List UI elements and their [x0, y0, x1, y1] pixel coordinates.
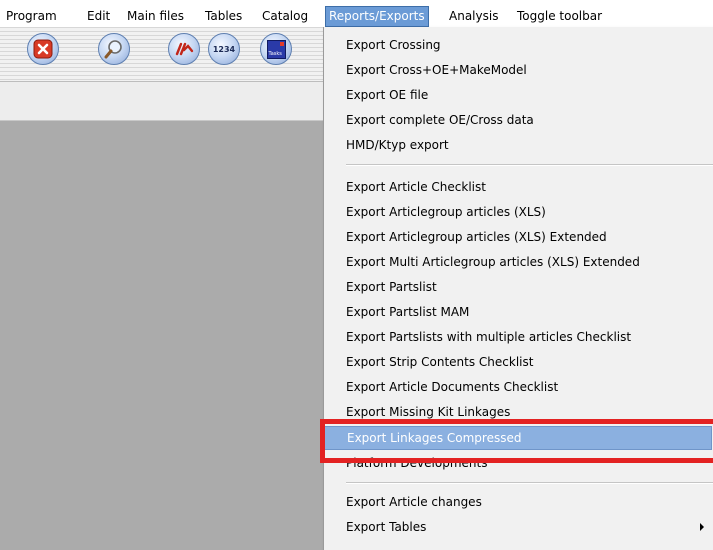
menu-item-export-tables[interactable]: Export Tables — [324, 515, 712, 539]
submenu-arrow-icon — [700, 523, 704, 531]
menu-item-export-articlegroup-xls[interactable]: Export Articlegroup articles (XLS) — [324, 200, 712, 224]
menu-analysis[interactable]: Analysis — [449, 7, 498, 25]
numbers-button[interactable]: 1234 — [208, 33, 240, 65]
menu-main-files[interactable]: Main files — [127, 7, 184, 25]
menu-edit[interactable]: Edit — [87, 7, 110, 25]
menu-item-export-article-documents[interactable]: Export Article Documents Checklist — [324, 375, 712, 399]
numbers-icon: 1234 — [212, 44, 236, 54]
menu-separator — [346, 482, 713, 484]
menu-item-export-linkages-compressed[interactable]: Export Linkages Compressed — [324, 426, 712, 450]
menu-separator — [346, 164, 713, 166]
crossing-button[interactable] — [168, 33, 200, 65]
menu-bar: Program Edit Main files Tables Catalog R… — [0, 0, 713, 27]
menu-item-export-complete-oe-cross[interactable]: Export complete OE/Cross data — [324, 108, 712, 132]
menu-item-platform-developments[interactable]: Platform Developments — [324, 451, 712, 475]
menu-item-export-crossing[interactable]: Export Crossing — [324, 33, 712, 57]
menu-reports-exports[interactable]: Reports/Exports — [325, 6, 429, 27]
tasks-icon-label: Tasks — [268, 50, 282, 57]
reports-exports-menu: Export Crossing Export Cross+OE+MakeMode… — [323, 27, 713, 550]
close-button[interactable] — [27, 33, 59, 65]
menu-program[interactable]: Program — [6, 7, 57, 25]
menu-item-export-partslists-multiple[interactable]: Export Partslists with multiple articles… — [324, 325, 712, 349]
menu-item-export-partslist-mam[interactable]: Export Partslist MAM — [324, 300, 712, 324]
tasks-button[interactable]: Tasks — [260, 33, 292, 65]
search-button[interactable] — [98, 33, 130, 65]
menu-item-export-oe-file[interactable]: Export OE file — [324, 83, 712, 107]
menu-item-export-article-changes[interactable]: Export Article changes — [324, 490, 712, 514]
crossing-icon — [175, 42, 194, 56]
menu-tables[interactable]: Tables — [205, 7, 242, 25]
menu-item-hmd-ktyp-export[interactable]: HMD/Ktyp export — [324, 133, 712, 157]
menu-item-export-strip-contents[interactable]: Export Strip Contents Checklist — [324, 350, 712, 374]
menu-catalog[interactable]: Catalog — [262, 7, 308, 25]
menu-item-export-cross-oe-makemodel[interactable]: Export Cross+OE+MakeModel — [324, 58, 712, 82]
menu-item-export-article-checklist[interactable]: Export Article Checklist — [324, 175, 712, 199]
search-icon — [104, 40, 122, 59]
tasks-icon: Tasks — [266, 39, 286, 59]
menu-toggle-toolbar[interactable]: Toggle toolbar — [517, 7, 602, 25]
menu-item-export-tables-label: Export Tables — [346, 520, 427, 534]
close-icon — [33, 39, 53, 59]
menu-item-export-articlegroup-xls-extended[interactable]: Export Articlegroup articles (XLS) Exten… — [324, 225, 712, 249]
menu-item-export-multi-articlegroup[interactable]: Export Multi Articlegroup articles (XLS)… — [324, 250, 712, 274]
menu-item-export-partslist[interactable]: Export Partslist — [324, 275, 712, 299]
menu-item-export-missing-kit-linkages[interactable]: Export Missing Kit Linkages — [324, 400, 712, 424]
